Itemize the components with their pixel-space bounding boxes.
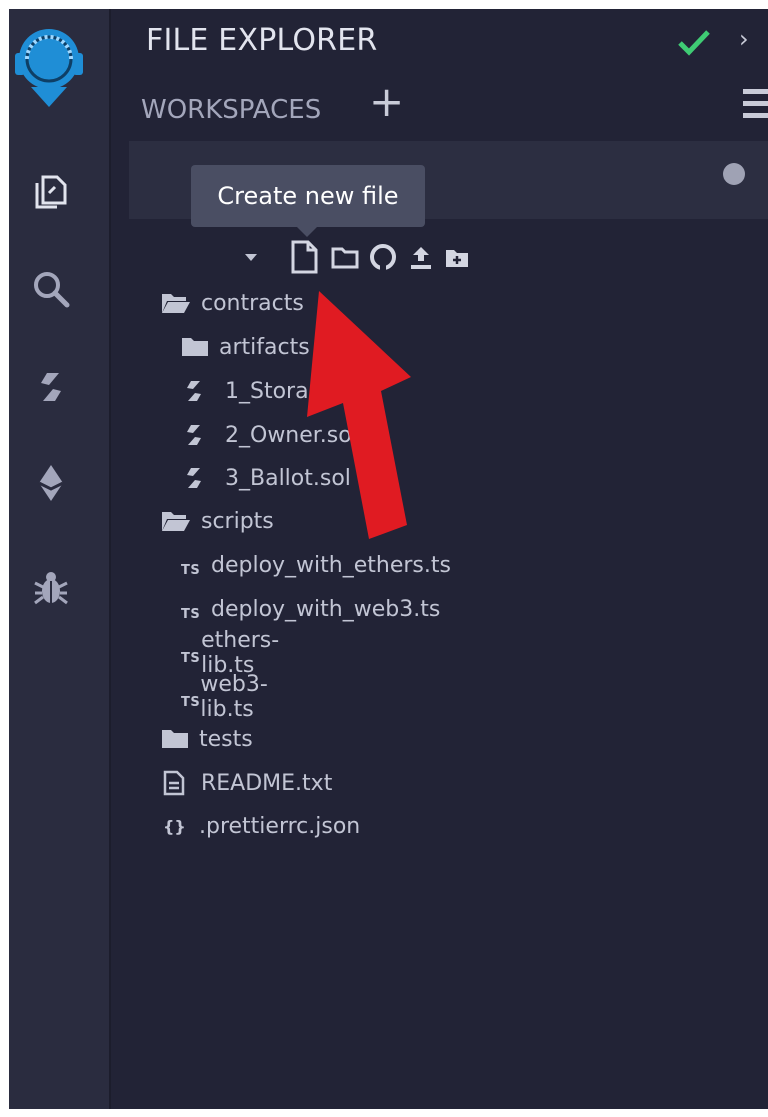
folder-icon [182, 338, 208, 356]
tree-item-label: deploy_with_ethers.ts [211, 552, 451, 578]
remix-ide-window: FILE EXPLORER › WORKSPACES + rkspace Cre… [9, 9, 768, 1109]
chevron-right-icon[interactable]: › [739, 25, 749, 53]
tree-folder-contracts[interactable]: contracts [161, 287, 304, 319]
tree-item-label: .prettierrc.json [199, 813, 361, 839]
file-explorer-panel: FILE EXPLORER › WORKSPACES + rkspace Cre… [111, 9, 768, 1109]
tree-item-label: contracts [201, 290, 304, 316]
tree-item-label: ethers-lib.ts [201, 628, 280, 678]
tree-folder-scripts[interactable]: scripts [161, 505, 274, 537]
text-file-icon [163, 770, 185, 796]
solidity-file-icon [187, 425, 201, 445]
typescript-file-icon: TS [181, 562, 201, 578]
tree-file-ts-1[interactable]: TS deploy_with_ethers.ts [181, 549, 451, 581]
icon-panel [9, 9, 111, 1109]
remix-logo-icon[interactable] [13, 23, 85, 115]
select-arrows-icon [723, 163, 745, 185]
tree-item-label: deploy_with_web3.ts [211, 596, 441, 622]
new-file-icon[interactable] [289, 239, 321, 275]
new-folder-icon[interactable] [331, 245, 359, 269]
tree-item-label: artifacts [219, 334, 310, 360]
search-icon[interactable] [29, 267, 73, 311]
new-folder-plus-icon[interactable] [445, 247, 469, 269]
solidity-file-icon [187, 381, 201, 401]
solidity-compiler-icon[interactable] [29, 365, 73, 409]
file-explorer-icon[interactable] [29, 169, 73, 213]
typescript-file-icon: TS [181, 650, 201, 666]
tree-item-label: web3-lib.ts [200, 672, 268, 722]
tree-item-label: README.txt [201, 770, 333, 796]
annotation-arrow [307, 291, 411, 539]
add-workspace-button[interactable]: + [369, 81, 404, 123]
json-file-icon: {} [163, 816, 186, 836]
typescript-file-icon: TS [181, 694, 201, 710]
debugger-icon[interactable] [29, 565, 73, 609]
deploy-run-icon[interactable] [29, 461, 73, 505]
github-icon[interactable] [369, 243, 397, 271]
folder-open-icon [162, 294, 190, 313]
check-icon [678, 30, 710, 56]
tree-item-label: scripts [201, 508, 274, 534]
folder-icon [162, 730, 188, 748]
tree-file-ts-2[interactable]: TS deploy_with_web3.ts [181, 593, 440, 625]
tree-item-label: tests [199, 726, 253, 752]
tree-file-prettierrc[interactable]: {} .prettierrc.json [163, 810, 360, 842]
hamburger-menu-icon[interactable] [743, 89, 768, 121]
tree-folder-tests[interactable]: tests [161, 723, 253, 755]
solidity-file-icon [187, 468, 201, 488]
tree-file-ts-4[interactable]: TS web3-lib.ts [181, 672, 278, 722]
caret-down-icon[interactable] [243, 249, 259, 265]
tree-folder-artifacts[interactable]: artifacts [181, 331, 310, 363]
panel-title: FILE EXPLORER [146, 23, 378, 58]
folder-open-icon [162, 512, 190, 531]
tree-file-readme[interactable]: README.txt [163, 767, 332, 799]
upload-icon[interactable] [409, 245, 433, 271]
tooltip: Create new file [191, 165, 425, 237]
tree-file-ts-3[interactable]: TS ethers-lib.ts [181, 628, 289, 678]
typescript-file-icon: TS [181, 606, 201, 622]
workspaces-label: WORKSPACES [141, 95, 322, 125]
